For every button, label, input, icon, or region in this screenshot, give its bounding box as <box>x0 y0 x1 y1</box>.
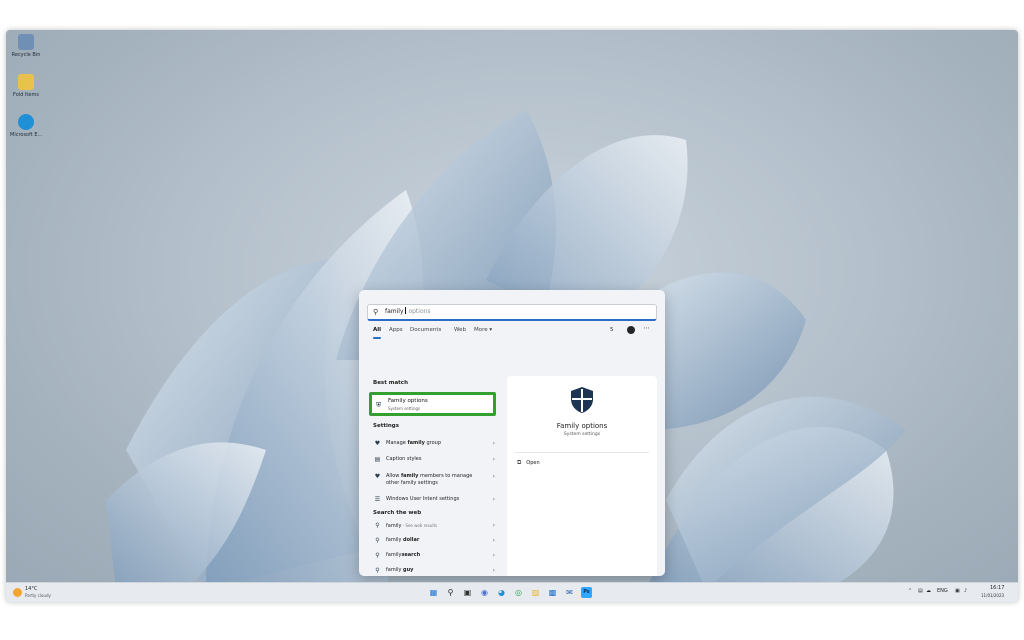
start-button-icon[interactable]: ▦ <box>428 587 439 598</box>
active-tab-indicator <box>373 337 381 339</box>
heart-icon: ♥ <box>374 440 381 447</box>
chevron-right-icon: › <box>492 522 495 529</box>
search-icon: ⚲ <box>375 537 380 544</box>
shield-icon: ⛨ <box>376 401 382 409</box>
start-search-panel: ⚲ family options All Apps Documents Web … <box>359 290 665 576</box>
more-options-icon[interactable]: ⋯ <box>643 324 650 332</box>
chrome-icon[interactable]: ◎ <box>513 587 524 598</box>
edge-icon[interactable]: ◕ <box>496 587 507 598</box>
cloud-icon[interactable]: ☁ <box>926 588 931 594</box>
search-icon: ⚲ <box>375 567 380 574</box>
best-match-family-options[interactable]: ⛨ Family options System settings <box>369 392 496 416</box>
tab-web[interactable]: Web <box>454 327 466 333</box>
heart-icon: ♥ <box>374 473 381 480</box>
preview-subtitle: System settings <box>563 432 601 437</box>
clock-date[interactable]: 11/01/2023 <box>981 593 1004 598</box>
tab-all[interactable]: All <box>373 327 381 333</box>
divider <box>515 452 649 453</box>
chevron-right-icon: › <box>492 552 495 559</box>
desktop-screen: Recycle Bin Fold Items Microsoft E... ⚲ … <box>6 30 1018 602</box>
language-indicator[interactable]: ENG <box>937 588 948 594</box>
mail-icon[interactable]: ✉ <box>564 587 575 598</box>
tab-apps[interactable]: Apps <box>389 327 403 333</box>
search-suggestion: options <box>406 308 431 315</box>
chevron-right-icon: › <box>492 537 495 544</box>
file-explorer-icon[interactable]: ▨ <box>530 587 541 598</box>
settings-header: Settings <box>373 423 399 429</box>
chevron-right-icon: › <box>492 567 495 574</box>
recycle-bin-icon <box>18 34 34 50</box>
search-icon: ⚲ <box>373 308 379 316</box>
tray-chevron-icon[interactable]: ⌃ <box>908 588 912 594</box>
chevron-right-icon: › <box>492 440 495 447</box>
search-taskbar-icon[interactable]: ⚲ <box>445 587 456 598</box>
chat-icon[interactable]: ◉ <box>479 587 490 598</box>
rewards-points[interactable]: 5 <box>610 327 614 333</box>
open-icon: ⧉ <box>517 459 522 466</box>
preview-pane: Family options System settings ⧉ Open <box>507 376 657 576</box>
search-input[interactable]: ⚲ family options <box>367 304 657 321</box>
search-query: family <box>385 308 404 315</box>
edge-icon <box>18 114 34 130</box>
avatar[interactable] <box>627 326 635 334</box>
search-icon: ⚲ <box>375 522 380 529</box>
search-icon: ⚲ <box>375 552 380 559</box>
chevron-right-icon: › <box>492 496 495 503</box>
photoshop-icon[interactable]: Ps <box>581 587 592 598</box>
weather-desc[interactable]: Partly cloudy <box>25 593 51 598</box>
folder-icon <box>18 74 34 90</box>
wifi-icon[interactable]: ▣ <box>955 588 960 594</box>
best-match-header: Best match <box>373 380 408 386</box>
store-icon[interactable]: ▩ <box>547 587 558 598</box>
network-icon[interactable]: ▤ <box>918 588 923 594</box>
tab-more[interactable]: More ▾ <box>474 327 492 333</box>
task-view-icon[interactable]: ▣ <box>462 587 473 598</box>
open-button[interactable]: ⧉ Open <box>517 459 540 467</box>
desktop-icon-recycle-bin[interactable]: Recycle Bin <box>10 34 42 58</box>
desktop-icon-folder[interactable]: Fold Items <box>10 74 42 98</box>
tab-documents[interactable]: Documents <box>410 327 441 333</box>
search-web-header: Search the web <box>373 510 422 516</box>
preview-title: Family options <box>556 422 608 430</box>
volume-icon[interactable]: ♪ <box>964 588 967 594</box>
weather-icon[interactable] <box>13 588 22 597</box>
clock-time[interactable]: 16:17 <box>990 585 1004 591</box>
caption-icon: ▤ <box>374 456 381 463</box>
desktop-icon-edge[interactable]: Microsoft E... <box>10 114 42 138</box>
taskbar: 14°C Partly cloudy ▦ ⚲ ▣ ◉ ◕ ◎ ▨ ▩ ✉ Ps … <box>6 582 1018 602</box>
text-caret <box>404 307 406 314</box>
settings-list-icon: ☰ <box>374 496 381 503</box>
chevron-right-icon: › <box>492 456 495 463</box>
shield-icon <box>571 387 593 413</box>
weather-temp[interactable]: 14°C <box>25 586 37 592</box>
chevron-right-icon: › <box>492 473 495 480</box>
